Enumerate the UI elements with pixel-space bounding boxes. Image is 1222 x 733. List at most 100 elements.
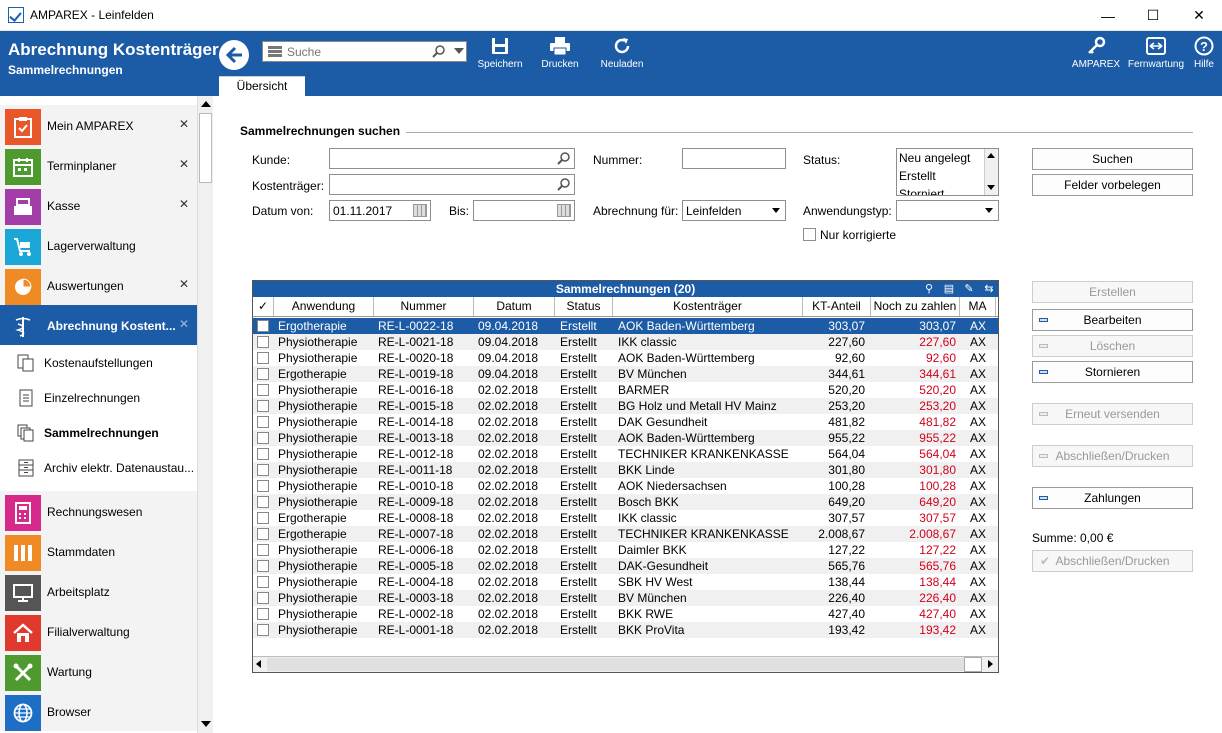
bearbeiten-button[interactable]: Bearbeiten (1032, 309, 1193, 331)
select-all-checkmark-icon[interactable]: ✓ (253, 297, 274, 316)
chevron-down-icon[interactable] (454, 48, 464, 54)
table-row[interactable]: Ergotherapie RE-L-0007-18 02.02.2018 Erstel… (253, 526, 998, 542)
erneut-versenden-button[interactable]: Erneut versenden (1032, 403, 1193, 425)
sidebar-item-rechnungswesen[interactable]: Rechnungswesen (0, 491, 197, 531)
table-row[interactable]: Ergotherapie RE-L-0008-18 02.02.2018 Erstel… (253, 510, 998, 526)
sidebar-item-lagerverwaltung[interactable]: Lagerverwaltung (0, 225, 197, 265)
status-listbox[interactable]: Neu angelegt Erstellt Storniert (896, 148, 999, 196)
row-checkbox[interactable] (257, 480, 269, 492)
close-icon[interactable]: ✕ (179, 117, 189, 131)
col-header-anwendung[interactable]: Anwendung (274, 297, 374, 316)
abschliessen-drucken-button[interactable]: Abschließen/Drucken (1032, 445, 1193, 467)
table-row[interactable]: Physiotherapie RE-L-0013-18 02.02.2018 Erst… (253, 430, 998, 446)
sidebar-scrollbar[interactable] (197, 96, 213, 733)
row-checkbox[interactable] (257, 512, 269, 524)
close-icon[interactable]: ✕ (179, 197, 189, 211)
kostentraeger-field[interactable] (329, 174, 575, 195)
sidebar-item-auswertungen[interactable]: Auswertungen ✕ (0, 265, 197, 305)
sidebar-subitem-einzelrechnungen[interactable]: Einzelrechnungen (0, 380, 197, 415)
search-icon[interactable] (432, 45, 445, 58)
abrechnung-fuer-select[interactable]: Leinfelden (682, 200, 786, 221)
scrollbar-thumb[interactable] (199, 113, 212, 183)
suchen-button[interactable]: Suchen (1032, 148, 1193, 170)
row-checkbox[interactable] (257, 544, 269, 556)
reload-button[interactable]: Neuladen (592, 36, 652, 70)
table-row[interactable]: Physiotherapie RE-L-0005-18 02.02.2018 Erst… (253, 558, 998, 574)
table-row[interactable]: Physiotherapie RE-L-0003-18 02.02.2018 Erst… (253, 590, 998, 606)
sidebar-item-filialverwaltung[interactable]: Filialverwaltung (0, 611, 197, 651)
scrollbar-track[interactable] (267, 658, 964, 671)
col-header-status[interactable]: Status (555, 297, 613, 316)
sidebar-subitem-kostenaufstellungen[interactable]: Kostenaufstellungen (0, 345, 197, 380)
table-row[interactable]: Physiotherapie RE-L-0015-18 02.02.2018 Erst… (253, 398, 998, 414)
tab-overview[interactable]: Übersicht (219, 76, 305, 96)
abschliessen-drucken-summe-button[interactable]: ✔ Abschließen/Drucken (1032, 550, 1193, 572)
sidebar-subitem-archiv[interactable]: Archiv elektr. Datenaustau... (0, 450, 197, 485)
table-row[interactable]: Physiotherapie RE-L-0004-18 02.02.2018 Erst… (253, 574, 998, 590)
anwendungstyp-select[interactable] (896, 200, 999, 221)
status-option[interactable]: Storniert (899, 187, 944, 195)
row-checkbox[interactable] (257, 416, 269, 428)
status-option[interactable]: Neu angelegt (899, 151, 970, 165)
sidebar-item-wartung[interactable]: Wartung (0, 651, 197, 691)
nur-korrigierte-checkbox[interactable] (803, 228, 816, 241)
close-window-button[interactable]: ✕ (1176, 0, 1222, 31)
table-row[interactable]: Ergotherapie RE-L-0019-18 09.04.2018 Erstel… (253, 366, 998, 382)
col-header-datum[interactable]: Datum (474, 297, 555, 316)
kunde-field[interactable] (329, 148, 575, 169)
help-button[interactable]: ? Hilfe (1174, 36, 1222, 70)
row-checkbox[interactable] (257, 592, 269, 604)
col-header-kostentraeger[interactable]: Kostenträger (613, 297, 803, 316)
amparex-button[interactable]: AMPAREX (1066, 36, 1126, 70)
row-checkbox[interactable] (257, 384, 269, 396)
row-checkbox[interactable] (257, 576, 269, 588)
felder-vorbelegen-button[interactable]: Felder vorbelegen (1032, 174, 1193, 196)
calendar-icon[interactable] (413, 204, 427, 217)
close-icon[interactable]: ✕ (179, 157, 189, 171)
export-document-icon[interactable]: ▤ (943, 283, 955, 295)
table-row[interactable]: Physiotherapie RE-L-0010-18 02.02.2018 Erst… (253, 478, 998, 494)
maximize-button[interactable]: ☐ (1130, 0, 1176, 31)
print-button[interactable]: Drucken (530, 36, 590, 70)
row-checkbox[interactable] (257, 496, 269, 508)
listbox-scrollbar[interactable] (984, 149, 998, 195)
search-box[interactable] (262, 41, 467, 62)
columns-swap-icon[interactable]: ⇆ (983, 283, 995, 295)
table-row[interactable]: Physiotherapie RE-L-0011-18 02.02.2018 Erst… (253, 462, 998, 478)
table-row[interactable]: Physiotherapie RE-L-0014-18 02.02.2018 Erst… (253, 414, 998, 430)
scroll-down-icon[interactable] (201, 721, 211, 727)
sidebar-item-arbeitsplatz[interactable]: Arbeitsplatz (0, 571, 197, 611)
horizontal-scrollbar[interactable] (253, 656, 998, 672)
scroll-left-icon[interactable] (256, 660, 261, 668)
search-icon[interactable] (557, 178, 570, 191)
row-checkbox[interactable] (257, 320, 269, 332)
col-header-noch-zu-zahlen[interactable]: Noch zu zahlen (871, 297, 960, 316)
search-icon[interactable] (557, 152, 570, 165)
scroll-right-icon[interactable] (988, 660, 993, 668)
back-button[interactable] (219, 40, 249, 70)
scroll-up-icon[interactable] (201, 101, 211, 107)
sidebar-item-kasse[interactable]: Kasse ✕ (0, 185, 197, 225)
row-checkbox[interactable] (257, 528, 269, 540)
pin-icon[interactable]: ✎ (963, 283, 975, 295)
calendar-icon[interactable] (557, 204, 571, 217)
bis-field[interactable] (473, 200, 575, 221)
sidebar-item-browser[interactable]: Browser (0, 691, 197, 731)
sidebar-item-abrechnung-kostentraeger[interactable]: Abrechnung Kostent... ✕ (0, 305, 197, 345)
col-header-ma[interactable]: MA (960, 297, 996, 316)
loeschen-button[interactable]: Löschen (1032, 335, 1193, 357)
table-row[interactable]: Physiotherapie RE-L-0012-18 02.02.2018 Erst… (253, 446, 998, 462)
row-checkbox[interactable] (257, 352, 269, 364)
sidebar-item-mein-amparex[interactable]: Mein AMPAREX ✕ (0, 105, 197, 145)
col-header-nummer[interactable]: Nummer (374, 297, 474, 316)
minimize-button[interactable]: — (1085, 0, 1131, 31)
table-row[interactable]: Physiotherapie RE-L-0021-18 09.04.2018 Erst… (253, 334, 998, 350)
datum-von-field[interactable]: 01.11.2017 (329, 200, 431, 221)
row-checkbox[interactable] (257, 624, 269, 636)
close-icon[interactable]: ✕ (179, 277, 189, 291)
menu-icon[interactable] (268, 46, 282, 57)
table-row[interactable]: Physiotherapie RE-L-0002-18 02.02.2018 Erst… (253, 606, 998, 622)
row-checkbox[interactable] (257, 448, 269, 460)
row-checkbox[interactable] (257, 464, 269, 476)
erstellen-button[interactable]: Erstellen (1032, 281, 1193, 303)
